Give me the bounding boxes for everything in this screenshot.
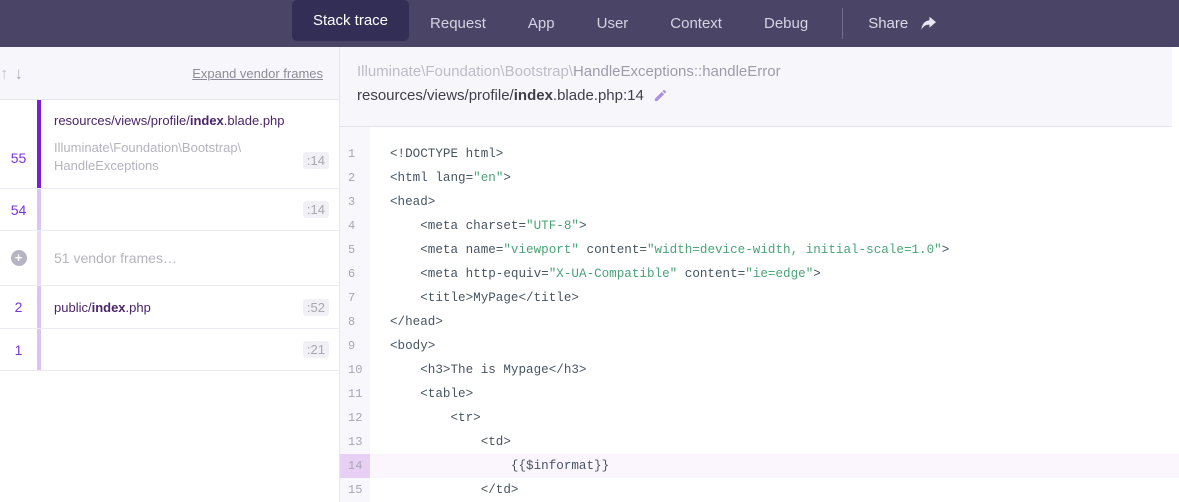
share-button[interactable]: Share [856, 0, 949, 47]
code-line-7: 7 <title>MyPage</title> [340, 286, 1179, 310]
frame-class: Illuminate\Foundation\Bootstrap\HandleEx… [54, 139, 303, 176]
code-text: </td> [370, 478, 518, 502]
vendor-frames-group[interactable]: +51 vendor frames… [0, 231, 339, 286]
code-text: <!DOCTYPE html> [370, 142, 503, 166]
code-text: <title>MyPage</title> [370, 286, 579, 310]
line-number: 7 [340, 286, 370, 310]
stack-frame-54[interactable]: 54 :14 [0, 189, 339, 231]
tab-debug[interactable]: Debug [743, 0, 829, 47]
line-number: 2 [340, 166, 370, 190]
line-number-badge: :21 [303, 341, 329, 358]
share-label: Share [868, 15, 908, 32]
line-number: 9 [340, 334, 370, 358]
frame-number: 55 [0, 100, 37, 188]
frame-class-name: Illuminate\Foundation\Bootstrap\HandleEx… [357, 63, 1172, 80]
code-line-15: 15 </td> [340, 478, 1179, 502]
line-number: 3 [340, 190, 370, 214]
frame-nav-arrows: ↑ ↓ [0, 63, 26, 84]
code-text: <body> [370, 334, 435, 358]
code-line-10: 10 <h3>The is Mypage</h3> [340, 358, 1179, 382]
line-number: 12 [340, 406, 370, 430]
code-line-12: 12 <tr> [340, 406, 1179, 430]
stack-frame-2[interactable]: 2 public/index.php:52 [0, 286, 339, 329]
frame-number: 1 [0, 329, 37, 370]
code-text: <meta charset="UTF-8"> [370, 214, 587, 238]
code-text: {{$informat}} [370, 454, 609, 478]
code-line-4: 4 <meta charset="UTF-8"> [340, 214, 1179, 238]
line-number: 13 [340, 430, 370, 454]
line-number-badge: :14 [303, 152, 329, 169]
navbar-divider [842, 8, 843, 39]
sidebar-header: ↑ ↓ Expand vendor frames [0, 47, 339, 100]
frames-list: 55 resources/views/profile/index.blade.ph… [0, 100, 339, 371]
share-arrow-icon [919, 16, 937, 32]
frame-class-method: HandleExceptions::handleError [573, 63, 781, 80]
code-line-14: 14 {{$informat}} [340, 454, 1179, 478]
stack-frames-sidebar: ↑ ↓ Expand vendor frames 55 resources/vie… [0, 47, 340, 502]
line-number: 6 [340, 262, 370, 286]
line-number-badge: :52 [303, 299, 329, 316]
line-number: 8 [340, 310, 370, 334]
frame-file-path: resources/views/profile/index.blade.php [54, 113, 303, 128]
code-line-13: 13 <td> [340, 430, 1179, 454]
expand-vendor-plus-icon[interactable]: + [11, 250, 27, 266]
code-line-2: 2<html lang="en"> [340, 166, 1179, 190]
code-line-8: 8</head> [340, 310, 1179, 334]
edit-pencil-icon[interactable] [653, 88, 668, 103]
code-line-9: 9<body> [340, 334, 1179, 358]
code-text: </head> [370, 310, 443, 334]
navbar: Stack traceRequestAppUserContextDebug Sh… [0, 0, 1179, 47]
ignition-error-page: Stack traceRequestAppUserContextDebug Sh… [0, 0, 1179, 502]
frame-number: 2 [0, 286, 37, 328]
frame-number: 54 [0, 189, 37, 230]
expand-vendor-frames-link[interactable]: Expand vendor frames [192, 66, 323, 81]
code-text: <table> [370, 382, 473, 406]
code-text: <meta name="viewport" content="width=dev… [370, 238, 949, 262]
line-number: 15 [340, 478, 370, 502]
code-line-6: 6 <meta http-equiv="X-UA-Compatible" con… [340, 262, 1179, 286]
up-arrow-icon[interactable]: ↑ [0, 63, 12, 84]
down-arrow-icon[interactable]: ↓ [12, 63, 27, 84]
code-text: <head> [370, 190, 435, 214]
line-number: 11 [340, 382, 370, 406]
code-text: <td> [370, 430, 511, 454]
code-line-11: 11 <table> [340, 382, 1179, 406]
code-line-3: 3<head> [340, 190, 1179, 214]
vendor-frames-label: 51 vendor frames… [54, 250, 339, 266]
code-line-1: 1<!DOCTYPE html> [340, 142, 1179, 166]
code-text: <tr> [370, 406, 481, 430]
line-number: 4 [340, 214, 370, 238]
frame-header: Illuminate\Foundation\Bootstrap\HandleEx… [340, 47, 1172, 127]
code-text: <html lang="en"> [370, 166, 511, 190]
line-number: 14 [340, 454, 370, 478]
line-number: 1 [340, 142, 370, 166]
navbar-tabs: Stack traceRequestAppUserContextDebug [292, 0, 829, 47]
tab-stack-trace[interactable]: Stack trace [292, 0, 409, 41]
frame-file-path: resources/views/profile/index.blade.php:… [357, 87, 1172, 104]
tab-user[interactable]: User [576, 0, 650, 47]
line-number: 10 [340, 358, 370, 382]
code-text: <meta http-equiv="X-UA-Compatible" conte… [370, 262, 821, 286]
tab-context[interactable]: Context [649, 0, 743, 47]
code-text: <h3>The is Mypage</h3> [370, 358, 587, 382]
file-path-suffix: .blade.php:14 [553, 87, 644, 104]
frame-class-prefix: Illuminate\Foundation\Bootstrap\ [357, 63, 573, 80]
code-line-5: 5 <meta name="viewport" content="width=d… [340, 238, 1179, 262]
file-path-bold: index [514, 87, 553, 104]
code-viewer: 1<!DOCTYPE html>2<html lang="en">3<head>… [340, 127, 1179, 502]
line-number: 5 [340, 238, 370, 262]
main-panel: Illuminate\Foundation\Bootstrap\HandleEx… [340, 47, 1179, 502]
stack-frame-55[interactable]: 55 resources/views/profile/index.blade.ph… [0, 100, 339, 189]
frame-file-path: public/index.php [54, 300, 303, 315]
tab-app[interactable]: App [507, 0, 576, 47]
stack-frame-1[interactable]: 1 :21 [0, 329, 339, 371]
line-number-badge: :14 [303, 201, 329, 218]
file-path-prefix: resources/views/profile/ [357, 87, 514, 104]
tab-request[interactable]: Request [409, 0, 507, 47]
